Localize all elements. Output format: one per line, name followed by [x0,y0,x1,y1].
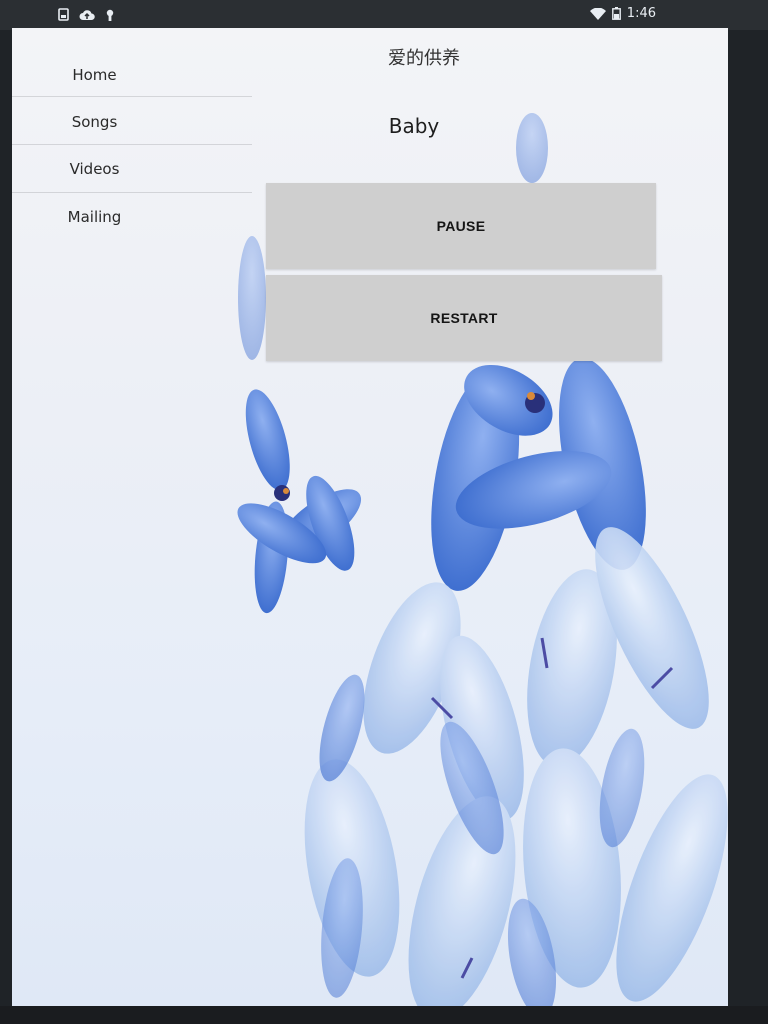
notification-icons [58,8,115,21]
nav-item-videos[interactable]: Videos [12,146,252,192]
pause-button[interactable]: PAUSE [266,183,656,269]
flower-cluster [304,527,728,1006]
cloud-upload-icon [79,8,95,21]
status-bar: 1:46 [0,0,768,30]
system-indicators: 1:46 [589,6,656,21]
nav-item-label: Songs [71,113,118,131]
wifi-icon [589,7,606,20]
nav-item-label: Home [72,66,117,84]
clock: 1:46 [626,6,656,21]
nav-item-songs[interactable]: Songs [12,99,252,145]
page-title: 爱的供养 [388,48,460,69]
divider [12,144,252,145]
sim-card-icon [58,8,69,21]
navigation-drawer: Home Songs Videos Mailing [12,28,252,248]
app-screen: Home Songs Videos Mailing 爱的供养 Baby PAUS… [12,28,728,1006]
device-bezel-bottom [0,1006,768,1024]
nav-item-home[interactable]: Home [12,52,252,98]
nav-item-mailing[interactable]: Mailing [12,194,252,240]
battery-icon [611,7,621,20]
divider [12,96,252,97]
android-debug-icon [105,8,115,21]
restart-button[interactable]: RESTART [266,275,662,361]
divider [12,192,252,193]
nav-item-label: Videos [69,160,120,178]
small-flower [237,389,362,614]
nav-item-label: Mailing [67,208,122,226]
song-title: Baby [388,114,440,138]
